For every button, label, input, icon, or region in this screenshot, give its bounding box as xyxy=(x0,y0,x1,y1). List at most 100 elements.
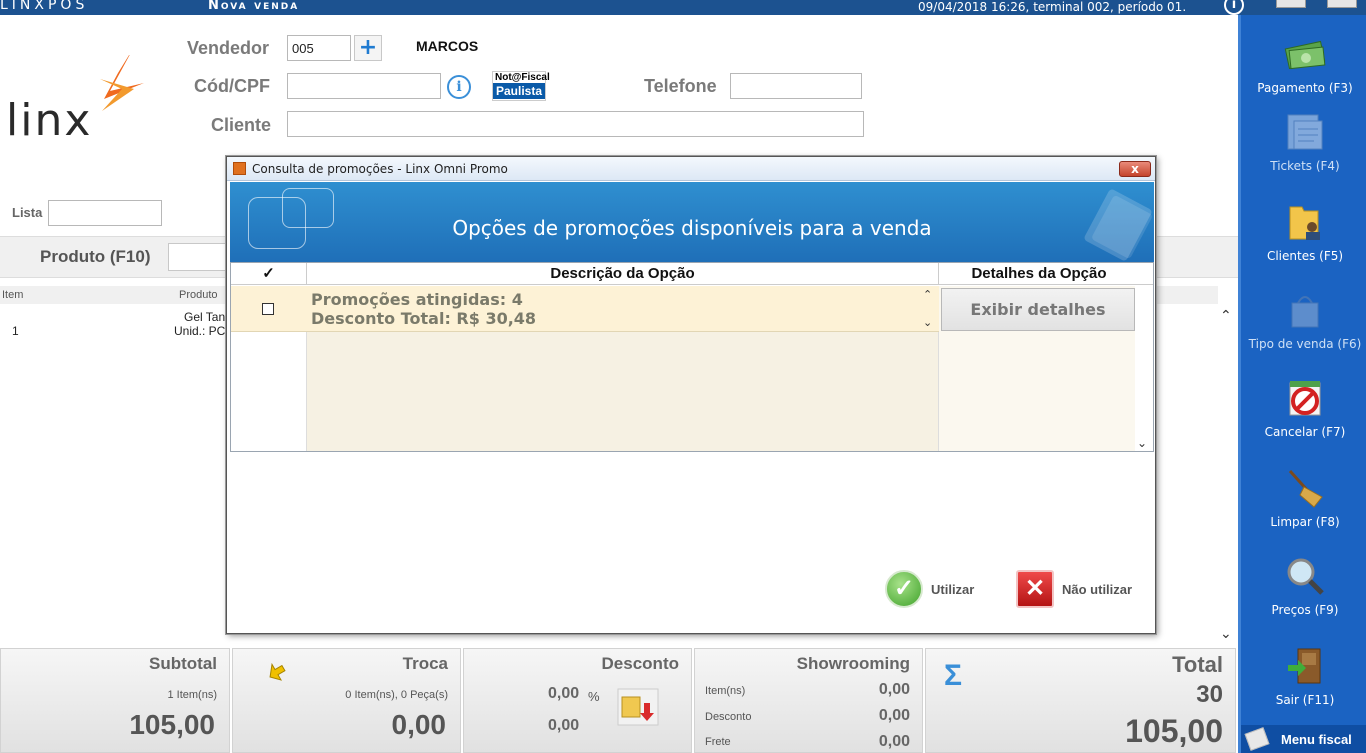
column-description: Descrição da Opção xyxy=(307,263,939,285)
sidebar-label: Sair (F11) xyxy=(1275,693,1335,707)
showrooming-desconto-value: 0,00 xyxy=(878,707,910,724)
sidebar-label: Pagamento (F3) xyxy=(1257,81,1353,95)
scroll-down-icon[interactable]: ⌄ xyxy=(1137,436,1147,450)
vendedor-name: MARCOS xyxy=(416,38,479,54)
banner-title: Opções de promoções disponíveis para a v… xyxy=(452,216,932,240)
option-description: Promoções atingidas: 4 Desconto Total: R… xyxy=(311,290,536,328)
troca-title: Troca xyxy=(402,654,448,673)
nota-fiscal-paulista-badge[interactable]: Not@Fiscal Paulista xyxy=(492,71,550,101)
sidebar-label: Limpar (F8) xyxy=(1270,515,1340,529)
row-item-number: 1 xyxy=(12,324,19,338)
option-total-discount: Desconto Total: R$ 30,48 xyxy=(311,309,537,328)
clients-folder-icon xyxy=(1284,201,1326,243)
status-text: 09/04/2018 16:26, terminal 002, período … xyxy=(918,0,1187,14)
lista-label: Lista xyxy=(12,205,43,220)
desconto-title: Desconto xyxy=(601,654,679,673)
total-title: Total xyxy=(1172,652,1223,677)
top-bar: LINXPOS Nova venda 09/04/2018 16:26, ter… xyxy=(0,0,1366,15)
desconto-percent: 0,00 xyxy=(548,685,580,702)
telefone-input[interactable] xyxy=(730,73,862,99)
discount-coins-icon xyxy=(616,687,660,727)
exchange-icon xyxy=(265,659,289,687)
sigma-icon: Σ xyxy=(944,659,963,692)
sidebar-item-clientes[interactable]: Clientes (F5) xyxy=(1241,201,1366,263)
dont-use-button-label: Não utilizar xyxy=(1062,582,1133,597)
dialog-title: Consulta de promoções - Linx Omni Promo xyxy=(252,162,508,176)
shopping-bag-icon xyxy=(1284,289,1326,331)
use-button-label: Utilizar xyxy=(931,582,975,597)
scroll-up-icon[interactable]: ⌃ xyxy=(1220,308,1232,324)
app-name: LINXPOS xyxy=(0,0,89,13)
showrooming-items-label: Item(ns) xyxy=(705,685,746,697)
option-row[interactable]: Promoções atingidas: 4 Desconto Total: R… xyxy=(231,286,939,332)
minimize-button[interactable] xyxy=(1276,0,1306,8)
app-icon xyxy=(233,162,246,175)
total-value: 105,00 xyxy=(1125,713,1223,749)
troca-panel[interactable]: Troca 0 Item(ns), 0 Peça(s) 0,00 xyxy=(232,648,461,753)
sidebar-item-sair[interactable]: Sair (F11) xyxy=(1241,645,1366,707)
linx-logo: linx xyxy=(6,55,151,146)
sidebar-item-tipo-venda[interactable]: Tipo de venda (F6) xyxy=(1241,289,1366,351)
produto-label: Produto (F10) xyxy=(40,247,151,266)
cpf-input[interactable] xyxy=(287,73,441,99)
show-details-button[interactable]: Exibir detalhes xyxy=(941,288,1135,331)
telefone-label: Telefone xyxy=(644,76,717,96)
broom-icon xyxy=(1284,467,1326,509)
info-icon[interactable]: i xyxy=(1224,0,1244,15)
sidebar-label: Tickets (F4) xyxy=(1270,159,1340,173)
chevron-up-icon[interactable]: ⌃ xyxy=(923,288,932,301)
cards-icon xyxy=(1083,188,1153,262)
lista-input[interactable] xyxy=(48,200,162,226)
chevron-down-icon[interactable]: ⌄ xyxy=(923,316,932,329)
showrooming-title: Showrooming xyxy=(796,654,910,673)
menu-fiscal-label: Menu fiscal xyxy=(1281,732,1352,747)
sidebar-item-cancelar[interactable]: Cancelar (F7) xyxy=(1241,377,1366,439)
sidebar: Pagamento (F3) Tickets (F4) Clientes (F5… xyxy=(1238,15,1366,753)
sidebar-item-pagamento[interactable]: Pagamento (F3) xyxy=(1241,33,1366,95)
showrooming-desconto-label: Desconto xyxy=(705,711,752,723)
troca-value: 0,00 xyxy=(391,709,447,740)
column-item: Item xyxy=(2,289,24,301)
total-count: 30 xyxy=(1196,681,1223,708)
showrooming-frete-value: 0,00 xyxy=(878,733,910,750)
close-x-icon: ✕ xyxy=(1016,570,1054,608)
exit-door-icon xyxy=(1284,645,1326,687)
subtotal-title: Subtotal xyxy=(149,654,217,673)
column-check: ✓ xyxy=(231,263,307,285)
menu-fiscal-button[interactable]: Menu fiscal xyxy=(1241,725,1366,753)
options-grid: ✓ Descrição da Opção Detalhes da Opção P… xyxy=(230,262,1154,452)
use-button[interactable]: ✓ Utilizar xyxy=(885,570,985,610)
sidebar-item-limpar[interactable]: Limpar (F8) xyxy=(1241,467,1366,529)
desconto-percent-sign: % xyxy=(588,689,600,704)
column-details: Detalhes da Opção xyxy=(971,265,1107,282)
option-promotions-count: Promoções atingidas: 4 xyxy=(311,290,523,309)
cpf-info-icon[interactable]: i xyxy=(447,75,471,99)
options-grid-header: ✓ Descrição da Opção Detalhes da Opção xyxy=(231,263,1153,285)
cliente-input[interactable] xyxy=(287,111,864,137)
dont-use-button[interactable]: ✕ Não utilizar xyxy=(1016,570,1141,610)
subtotal-value: 105,00 xyxy=(129,709,215,740)
sidebar-label: Clientes (F5) xyxy=(1266,249,1344,263)
dialog-banner: Opções de promoções disponíveis para a v… xyxy=(230,182,1154,262)
dialog-close-button[interactable]: x xyxy=(1119,161,1151,177)
tickets-icon xyxy=(1284,111,1326,153)
sidebar-item-precos[interactable]: Preços (F9) xyxy=(1241,555,1366,617)
desconto-panel[interactable]: Desconto 0,00 % 0,00 xyxy=(463,648,692,753)
sidebar-label: Cancelar (F7) xyxy=(1264,425,1346,439)
magnifier-icon xyxy=(1284,555,1326,597)
logo-text: linx xyxy=(6,95,93,146)
scroll-down-icon[interactable]: ⌄ xyxy=(1220,626,1232,642)
options-grid-body: Promoções atingidas: 4 Desconto Total: R… xyxy=(231,286,1153,451)
showrooming-items-value: 0,00 xyxy=(878,681,910,698)
promotions-dialog: Consulta de promoções - Linx Omni Promo … xyxy=(226,156,1156,634)
money-icon xyxy=(1284,33,1326,75)
option-checkbox[interactable] xyxy=(262,303,274,315)
check-icon: ✓ xyxy=(885,570,923,608)
dialog-titlebar[interactable]: Consulta de promoções - Linx Omni Promo … xyxy=(227,157,1155,181)
add-seller-button[interactable]: + xyxy=(354,35,382,61)
close-window-button[interactable] xyxy=(1327,0,1357,8)
showrooming-panel: Showrooming Item(ns) 0,00 Desconto 0,00 … xyxy=(694,648,923,753)
vendedor-code-input[interactable] xyxy=(287,35,351,61)
showrooming-frete-label: Frete xyxy=(705,736,731,748)
sidebar-item-tickets[interactable]: Tickets (F4) xyxy=(1241,111,1366,173)
